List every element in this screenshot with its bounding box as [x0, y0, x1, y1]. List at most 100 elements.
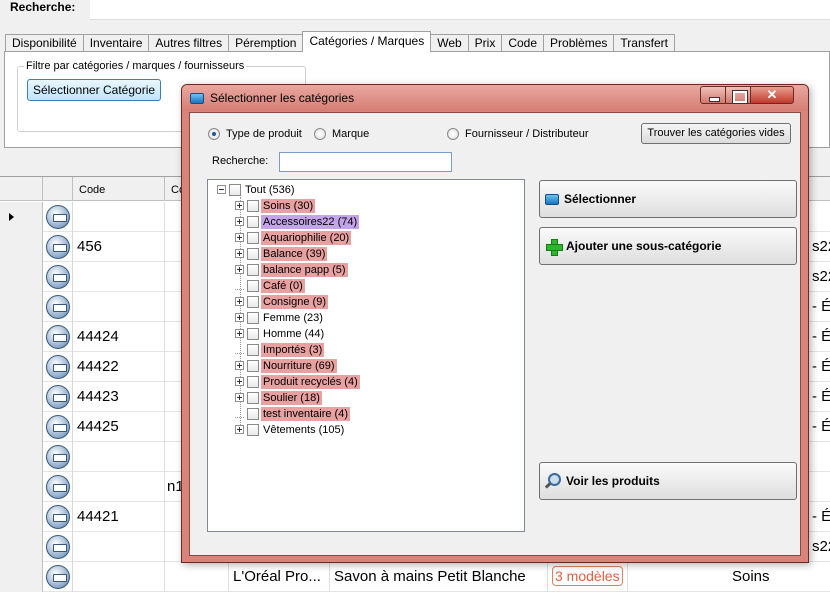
row-header[interactable] [0, 532, 43, 562]
cell-edge[interactable]: - É [808, 322, 830, 352]
tree-node[interactable]: Produit recyclés (4) [235, 374, 360, 389]
expand-icon[interactable] [235, 329, 244, 338]
tree-node[interactable]: Femme (23) [235, 310, 325, 325]
tab-9[interactable]: Transfert [613, 34, 675, 52]
category-tree[interactable]: Tout (536) Soins (30) Accessoires22 (74) A… [207, 179, 525, 532]
checkbox[interactable] [247, 407, 259, 420]
checkbox[interactable] [229, 183, 241, 196]
tab-5[interactable]: Web [430, 34, 469, 52]
expand-icon[interactable] [235, 393, 244, 402]
search-input[interactable] [90, 0, 830, 20]
models-badge[interactable]: 3 modèles [552, 566, 623, 586]
checkbox[interactable] [247, 327, 259, 340]
row-header[interactable] [0, 472, 43, 502]
cell-edge[interactable]: - É [808, 502, 830, 532]
cell-code[interactable] [73, 472, 165, 502]
checkbox[interactable] [247, 343, 259, 356]
expand-icon[interactable] [235, 313, 244, 322]
row-header[interactable] [0, 502, 43, 532]
cell-code[interactable]: 44424 [73, 322, 165, 352]
radio-marque[interactable]: Marque [314, 128, 369, 140]
checkbox[interactable] [247, 231, 259, 244]
tree-node[interactable]: test inventaire (4) [235, 406, 350, 421]
checkbox[interactable] [247, 375, 259, 388]
tab-6[interactable]: Prix [467, 34, 503, 52]
minimize-button[interactable] [700, 86, 726, 104]
checkbox[interactable] [247, 247, 259, 260]
select-button[interactable]: Sélectionner [539, 180, 797, 218]
tree-node[interactable]: Café (0) [235, 278, 305, 293]
dialog-search-input[interactable] [279, 152, 452, 172]
cell-code[interactable]: 44422 [73, 352, 165, 382]
table-row[interactable]: L'Oréal Pro... Savon à mains Petit Blanch… [0, 562, 830, 592]
cell-code[interactable] [73, 442, 165, 472]
row-header[interactable] [0, 202, 43, 232]
radio-type-produit[interactable]: Type de produit [208, 128, 302, 140]
row-image-cell[interactable] [43, 442, 73, 472]
cell-edge[interactable] [808, 472, 830, 502]
expand-icon[interactable] [235, 201, 244, 210]
radio-fournisseur[interactable]: Fournisseur / Distributeur [447, 128, 589, 140]
tab-1[interactable]: Inventaire [82, 34, 150, 52]
cell-edge[interactable]: s22 [808, 232, 830, 262]
checkbox[interactable] [247, 391, 259, 404]
dialog-title-bar[interactable]: Sélectionner les catégories ✕ [182, 85, 808, 111]
checkbox[interactable] [247, 263, 259, 276]
view-products-button[interactable]: Voir les produits [539, 462, 797, 500]
row-image-cell[interactable] [43, 472, 73, 502]
tree-node[interactable]: Balance (39) [235, 246, 328, 261]
cell-code[interactable]: 44425 [73, 412, 165, 442]
expand-icon[interactable] [235, 297, 244, 306]
checkbox[interactable] [247, 215, 259, 228]
row-header[interactable] [0, 442, 43, 472]
expand-icon[interactable] [235, 217, 244, 226]
tree-node[interactable]: Accessoires22 (74) [235, 214, 360, 229]
tab-3[interactable]: Péremption [228, 34, 304, 52]
tree-node[interactable]: Nourriture (69) [235, 358, 337, 373]
row-header[interactable] [0, 232, 43, 262]
cell-edge[interactable]: - É [808, 292, 830, 322]
checkbox[interactable] [247, 295, 259, 308]
row-image-cell[interactable] [43, 382, 73, 412]
expand-icon[interactable] [235, 377, 244, 386]
checkbox[interactable] [247, 423, 259, 436]
row-image-cell[interactable] [43, 292, 73, 322]
row-header[interactable] [0, 412, 43, 442]
tab-8[interactable]: Problèmes [543, 34, 615, 52]
cell-edge[interactable] [808, 442, 830, 472]
checkbox[interactable] [247, 359, 259, 372]
select-category-button[interactable]: Sélectionner Catégorie [27, 79, 161, 101]
row-header[interactable] [0, 352, 43, 382]
collapse-icon[interactable] [217, 185, 226, 194]
cell-edge[interactable]: - É [808, 412, 830, 442]
tree-node[interactable]: balance papp (5) [235, 262, 348, 277]
tree-node[interactable]: Importés (3) [235, 342, 325, 357]
cell-name[interactable]: Savon à mains Petit Blanche [330, 562, 548, 592]
cell-code[interactable] [73, 562, 165, 592]
tree-node[interactable]: Vêtements (105) [235, 422, 346, 437]
maximize-button[interactable] [725, 86, 751, 104]
tab-7[interactable]: Code [501, 34, 545, 52]
add-subcategory-button[interactable]: Ajouter une sous-catégorie [539, 227, 797, 265]
row-image-cell[interactable] [43, 202, 73, 232]
cell-edge[interactable] [808, 562, 830, 592]
close-button[interactable]: ✕ [750, 86, 794, 104]
tree-node[interactable]: Aquariophilie (20) [235, 230, 352, 245]
find-empty-categories-button[interactable]: Trouver les catégories vides [641, 123, 791, 144]
cell-code[interactable] [73, 262, 165, 292]
expand-icon[interactable] [235, 425, 244, 434]
cell-models[interactable]: 3 modèles [548, 562, 628, 592]
row-header[interactable] [0, 322, 43, 352]
cell-col2[interactable] [165, 562, 229, 592]
row-image-cell[interactable] [43, 262, 73, 292]
cell-edge[interactable]: - É [808, 352, 830, 382]
expand-icon[interactable] [235, 249, 244, 258]
row-image-cell[interactable] [43, 322, 73, 352]
row-image-cell[interactable] [43, 352, 73, 382]
checkbox[interactable] [247, 279, 259, 292]
row-image-cell[interactable] [43, 532, 73, 562]
tree-root[interactable]: Tout (536) [217, 182, 297, 197]
row-image-cell[interactable] [43, 232, 73, 262]
grid-header-code[interactable]: Code [73, 177, 165, 201]
cell-code[interactable]: 44421 [73, 502, 165, 532]
